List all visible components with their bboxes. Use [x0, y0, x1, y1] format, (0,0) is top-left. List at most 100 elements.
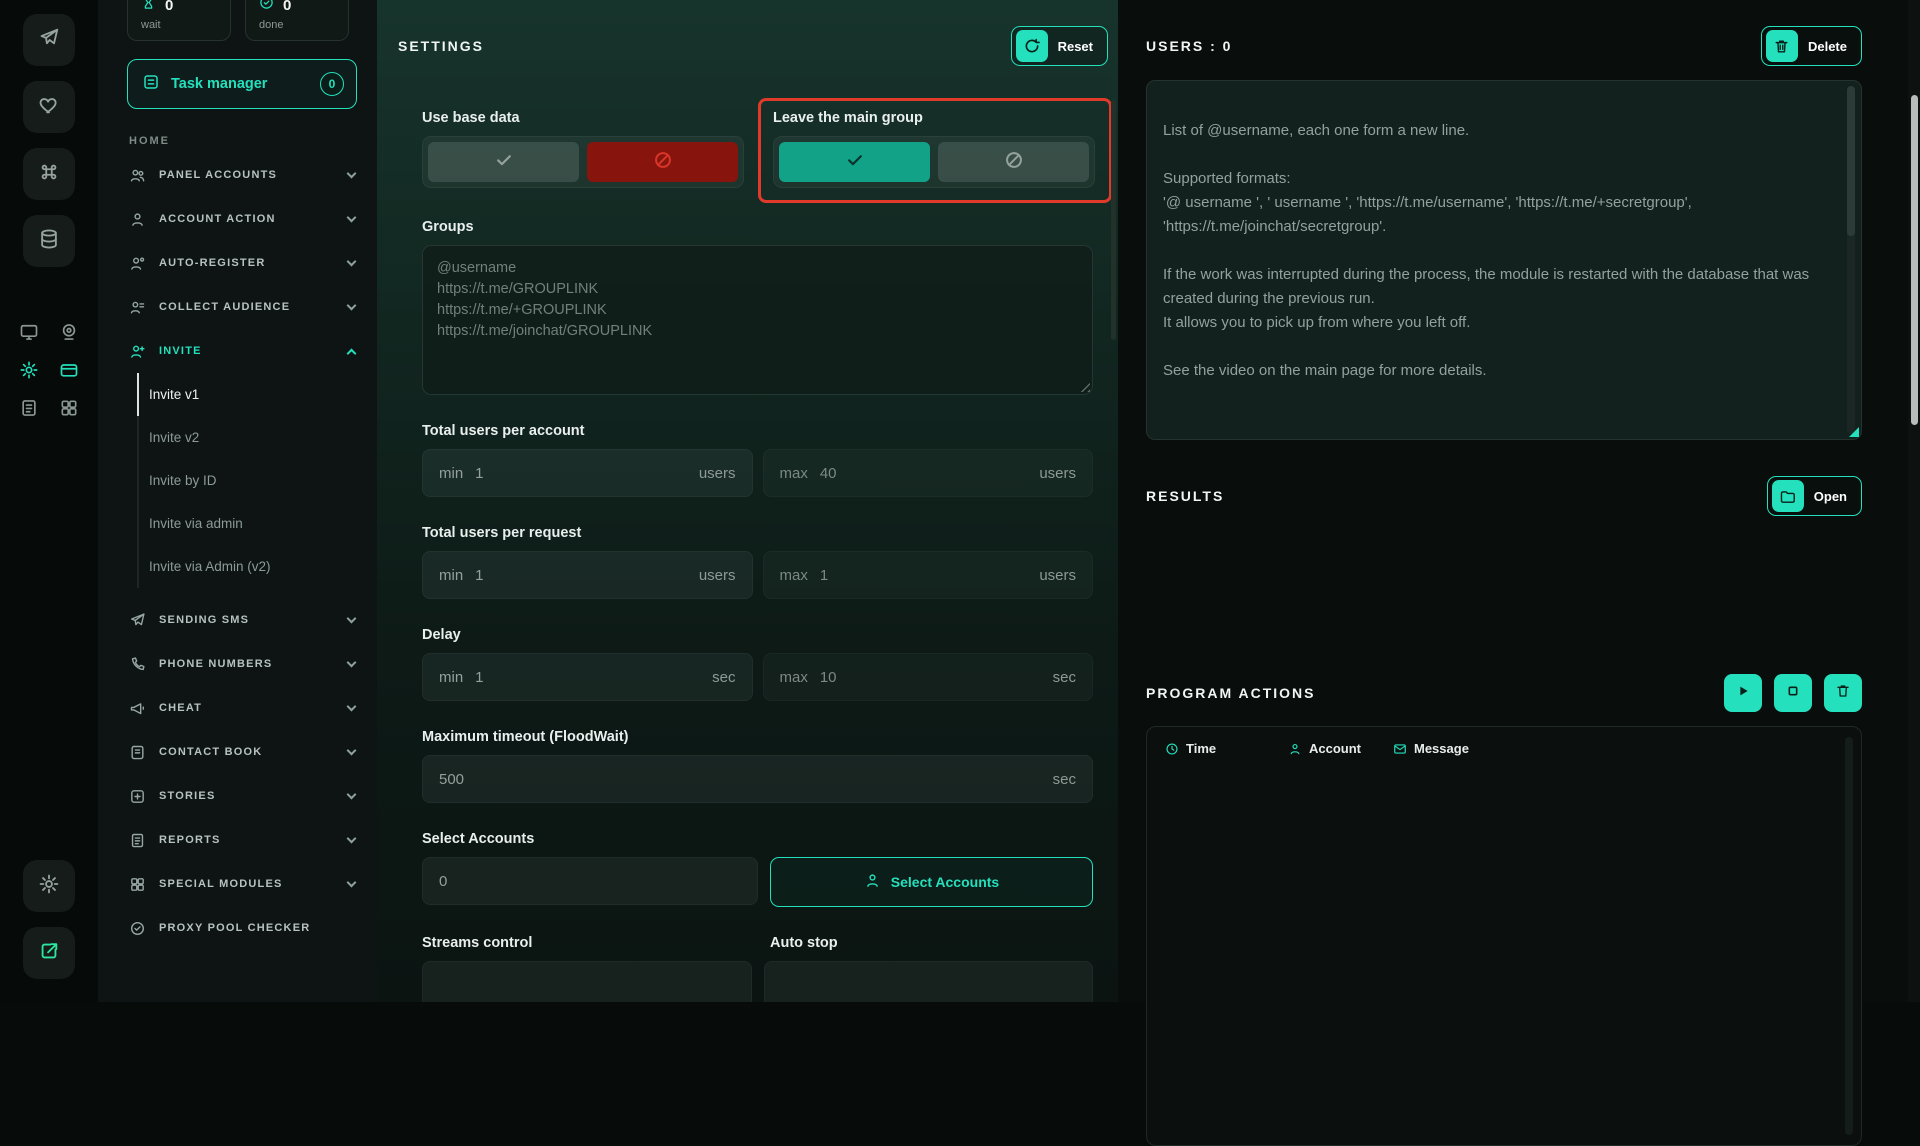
megaphone-icon — [129, 700, 146, 717]
monitor-icon[interactable] — [19, 322, 39, 342]
modules-grid-icon[interactable] — [59, 398, 79, 418]
trash-icon — [1766, 30, 1798, 62]
delete-button[interactable]: Delete — [1761, 26, 1862, 66]
accounts-count-input[interactable]: 0 — [422, 857, 758, 905]
delay-max-input[interactable]: max 10 sec — [763, 653, 1094, 701]
sidebar-item-collect-audience[interactable]: COLLECT AUDIENCE — [98, 285, 377, 329]
clear-button[interactable] — [1824, 674, 1862, 712]
submenu-invite-via-admin[interactable]: Invite via admin — [98, 502, 377, 545]
paper-plane-icon — [129, 612, 146, 629]
automation-gear-icon[interactable] — [19, 360, 39, 380]
sidebar-item-stories[interactable]: STORIES — [98, 774, 377, 818]
users-per-account-max-input[interactable]: max 40 users — [763, 449, 1094, 497]
sidebar-item-invite[interactable]: INVITE — [98, 329, 377, 373]
open-button[interactable]: Open — [1767, 476, 1862, 516]
max-timeout-input[interactable]: 500 sec — [422, 755, 1093, 803]
webcam-icon[interactable] — [59, 322, 79, 342]
streams-control-label: Streams control — [422, 935, 770, 951]
chevron-up-icon — [347, 348, 357, 358]
use-base-data-deny-button[interactable] — [587, 142, 738, 182]
command-button[interactable] — [23, 148, 75, 200]
external-link-icon — [38, 940, 60, 967]
users-per-account-min-input[interactable]: min 1 users — [422, 449, 753, 497]
page-scrollbar-thumb[interactable] — [1911, 95, 1918, 425]
clock-icon — [1165, 742, 1179, 756]
plus-square-icon — [129, 788, 146, 805]
play-button[interactable] — [1724, 674, 1762, 712]
task-manager-label: Task manager — [171, 76, 267, 92]
users-icon — [129, 167, 146, 184]
sidebar-item-panel-accounts[interactable]: PANEL ACCOUNTS — [98, 153, 377, 197]
sidebar-item-phone-numbers[interactable]: PHONE NUMBERS — [98, 642, 377, 686]
user-icon — [1288, 742, 1302, 756]
chevron-down-icon — [347, 745, 357, 755]
groups-textarea[interactable]: @username https://t.me/GROUPLINK https:/… — [422, 245, 1093, 395]
done-count: 0 — [283, 0, 291, 14]
message-column-header[interactable]: Message — [1393, 741, 1469, 756]
settings-title: SETTINGS — [398, 38, 484, 54]
sidebar-item-sending-sms[interactable]: SENDING SMS — [98, 598, 377, 642]
mail-icon — [1393, 742, 1407, 756]
home-section-label: HOME — [129, 135, 377, 147]
use-base-data-label: Use base data — [422, 110, 744, 126]
reset-icon — [1016, 30, 1048, 62]
settings-scrollbar[interactable] — [1111, 100, 1116, 340]
sidebar-item-cheat[interactable]: CHEAT — [98, 686, 377, 730]
task-manager-button[interactable]: Task manager 0 — [127, 59, 357, 109]
submenu-invite-v1[interactable]: Invite v1 — [98, 373, 377, 416]
leave-main-group-label: Leave the main group — [773, 110, 1095, 126]
auto-stop-input[interactable] — [764, 961, 1094, 1002]
sidebar-item-reports[interactable]: REPORTS — [98, 818, 377, 862]
database-button[interactable] — [23, 215, 75, 267]
wallet-icon[interactable] — [59, 360, 79, 380]
submenu-invite-v2[interactable]: Invite v2 — [98, 416, 377, 459]
settings-button[interactable] — [23, 860, 75, 912]
sidebar-item-proxy-pool-checker[interactable]: PROXY POOL CHECKER — [98, 906, 377, 950]
favorites-button[interactable] — [23, 81, 75, 133]
select-accounts-field: Select Accounts 0 Select Accounts — [422, 831, 1093, 907]
queue-stats: 0 wait 0 done — [98, 0, 377, 41]
sidebar-item-contact-book[interactable]: CONTACT BOOK — [98, 730, 377, 774]
settings-panel: SETTINGS Reset Use base data — [377, 0, 1118, 1002]
folder-icon — [1772, 480, 1804, 512]
submenu-invite-by-id[interactable]: Invite by ID — [98, 459, 377, 502]
delay-min-input[interactable]: min 1 sec — [422, 653, 753, 701]
use-base-data-allow-button[interactable] — [428, 142, 579, 182]
select-accounts-button[interactable]: Select Accounts — [770, 857, 1093, 907]
table-scrollbar-track[interactable] — [1845, 737, 1853, 1135]
leave-main-group-allow-button[interactable] — [779, 142, 930, 182]
total-users-per-account-field: Total users per account min 1 users max … — [422, 423, 1093, 497]
rail-mini-icons — [19, 322, 79, 418]
sidebar-item-account-action[interactable]: ACCOUNT ACTION — [98, 197, 377, 241]
user-icon — [864, 872, 881, 892]
users-info-textarea[interactable]: List of @username, each one form a new l… — [1146, 80, 1862, 440]
chevron-down-icon — [347, 168, 357, 178]
reset-button[interactable]: Reset — [1011, 26, 1108, 66]
use-base-data-field: Use base data — [422, 110, 744, 188]
gear-icon — [38, 873, 60, 900]
results-title: RESULTS — [1146, 488, 1224, 504]
submenu-invite-via-admin-v2[interactable]: Invite via Admin (v2) — [98, 545, 377, 588]
chevron-down-icon — [347, 657, 357, 667]
chevron-down-icon — [347, 833, 357, 843]
check-icon — [845, 150, 865, 175]
leave-main-group-deny-button[interactable] — [938, 142, 1089, 182]
sidebar-item-special-modules[interactable]: SPECIAL MODULES — [98, 862, 377, 906]
textarea-scrollbar-thumb[interactable] — [1847, 86, 1855, 236]
telegram-icon-button[interactable] — [23, 14, 75, 66]
groups-label: Groups — [422, 219, 1093, 235]
users-per-request-min-input[interactable]: min 1 users — [422, 551, 753, 599]
users-title: USERS : 0 — [1146, 38, 1232, 54]
invite-submenu: Invite v1 Invite v2 Invite by ID Invite … — [98, 373, 377, 588]
phone-icon — [129, 656, 146, 673]
time-column-header[interactable]: Time — [1165, 741, 1288, 756]
logout-button[interactable] — [23, 927, 75, 979]
account-column-header[interactable]: Account — [1288, 741, 1393, 756]
users-per-request-max-input[interactable]: max 1 users — [763, 551, 1094, 599]
sidebar-item-auto-register[interactable]: AUTO-REGISTER — [98, 241, 377, 285]
document-icon[interactable] — [19, 398, 39, 418]
chevron-down-icon — [347, 789, 357, 799]
stop-button[interactable] — [1774, 674, 1812, 712]
streams-control-input[interactable] — [422, 961, 752, 1002]
user-gear-icon — [129, 255, 146, 272]
